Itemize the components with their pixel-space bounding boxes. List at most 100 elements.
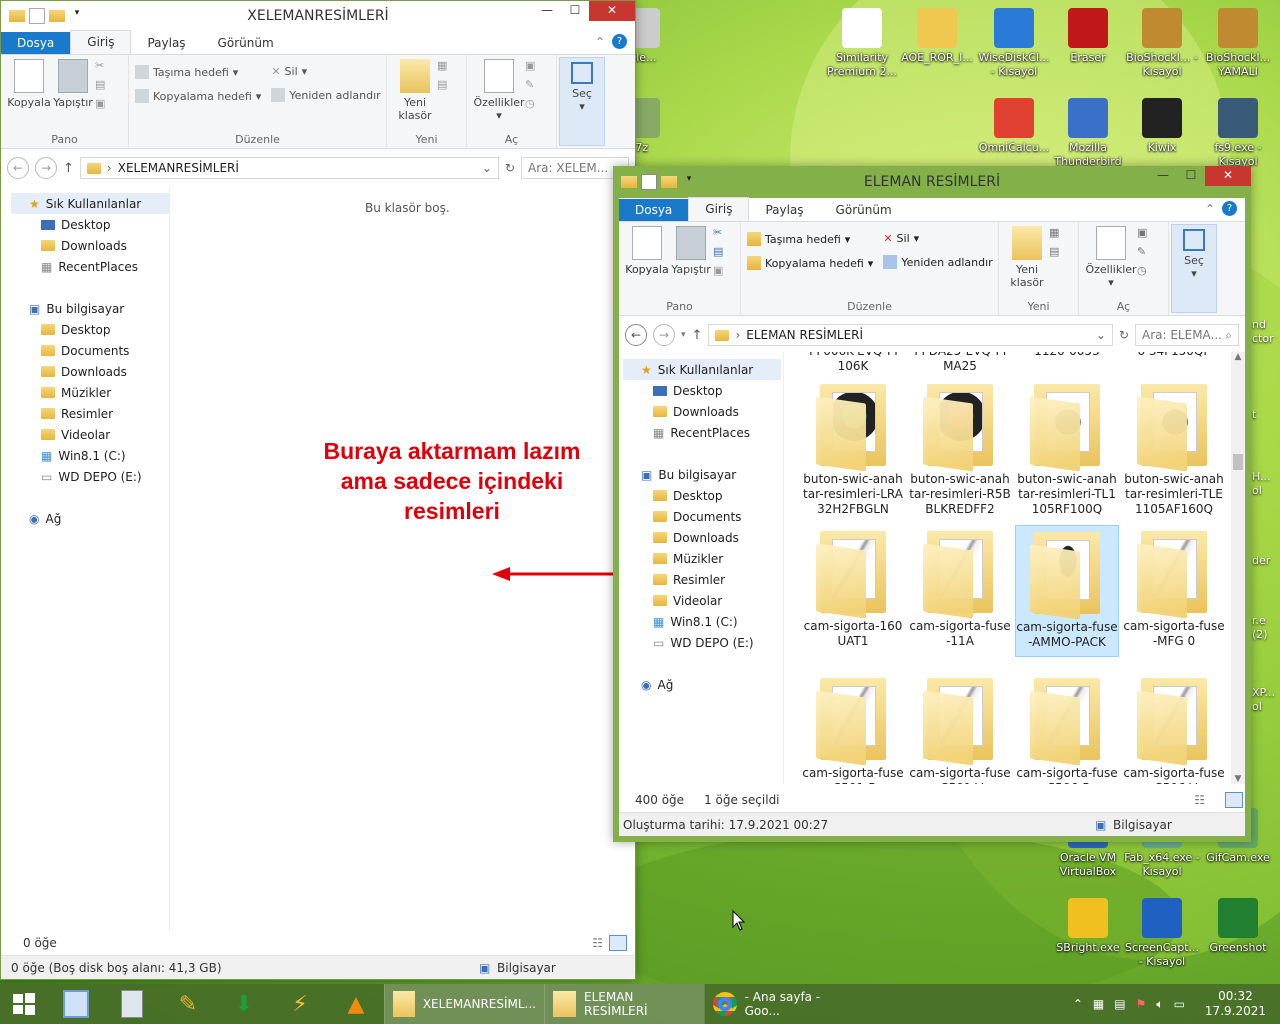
nav-recentplaces[interactable]: ▦ RecentPlaces [623,422,781,443]
collapse-ribbon-icon[interactable]: ⌃ [1205,202,1215,216]
up-button[interactable]: ↑ [63,161,74,176]
delete-button[interactable]: ✕ Sil ▾ [271,65,380,78]
folder-item[interactable]: cam-sigorta-fuse-S506-R [1015,672,1119,784]
vertical-scrollbar[interactable]: ▲ ▼ [1231,352,1245,784]
help-icon[interactable]: ? [1222,201,1237,216]
folder-item[interactable]: cam-sigorta-fuse-S501-V [908,672,1012,784]
copy-to-button[interactable]: Kopyalama hedefi ▾ [135,89,261,103]
nav-documents[interactable]: Documents [11,340,169,361]
folder-item[interactable]: buton-swic-anah tar-resimleri-TL1 105RF100… [1015,378,1119,516]
nav-favorites[interactable]: ★ Sık Kullanılanlar [11,193,169,214]
nav-videos[interactable]: Videolar [11,424,169,445]
easy-access-icon[interactable]: ▤ [437,78,447,91]
refresh-button[interactable]: ↻ [1119,328,1129,342]
desktop-icon-item[interactable]: SBright.exe [1050,898,1126,955]
open-icon[interactable]: ▣ [1137,226,1147,239]
rename-button[interactable]: Yeniden adlandır [883,255,993,269]
nav-this-pc[interactable]: ▣ Bu bilgisayar [623,464,781,485]
tray-app-icon[interactable]: ▦ [1093,997,1104,1011]
nav-pictures[interactable]: Resimler [11,403,169,424]
select-button[interactable]: Seç ▾ [1171,224,1217,313]
nav-drive-c[interactable]: ▦ Win8.1 (C:) [11,445,169,466]
nav-downloads[interactable]: Downloads [11,235,169,256]
rename-button[interactable]: Yeniden adlandır [271,88,381,102]
large-icons-view-icon[interactable] [609,935,627,951]
up-button[interactable]: ↑ [692,328,703,343]
scroll-thumb[interactable] [1233,454,1243,470]
collapse-ribbon-icon[interactable]: ⌃ [595,35,605,49]
nav-drive-e[interactable]: ▭ WD DEPO (E:) [623,632,781,653]
search-input[interactable]: Ara: ELEMA... ⌕ [1135,324,1239,346]
calculator-icon[interactable] [104,984,160,1024]
new-folder-icon[interactable] [661,176,677,188]
tab-paylas[interactable]: Paylaş [131,32,201,54]
paint-icon[interactable]: ✎ [160,984,216,1024]
new-item-icon[interactable]: ▦ [437,59,447,72]
nav-videos[interactable]: Videolar [623,590,781,611]
tab-gorunum[interactable]: Görünüm [202,32,290,54]
scroll-up-icon[interactable]: ▲ [1231,352,1245,362]
tab-dosya[interactable]: Dosya [1,32,71,54]
folder-item[interactable]: cam-sigorta-fuse -AMMO-PACK [1015,525,1119,657]
edit-icon[interactable]: ✎ [525,78,535,91]
taskbar-task[interactable]: ELEMAN RESİMLERİ [544,984,704,1024]
desktop-icon-item[interactable]: Eraser [1050,8,1126,65]
desktop-icon-item[interactable]: BioShockI... YAMALI [1200,8,1276,79]
nav-music[interactable]: Müzikler [623,548,781,569]
folder-item[interactable]: -PPDA25-EVQ-PPMA25 [908,352,1012,374]
title-bar[interactable]: ▾ XELEMANRESİMLERİ — ☐ ✕ [1,1,635,31]
edit-icon[interactable]: ✎ [1137,245,1147,258]
nav-drive-c[interactable]: ▦ Win8.1 (C:) [623,611,781,632]
clock[interactable]: 00:32 17.9.2021 [1205,989,1266,1019]
nav-pc-downloads[interactable]: Downloads [11,361,169,382]
chevron-down-icon[interactable]: ▾ [69,8,85,24]
address-bar[interactable]: › ELEMAN RESİMLERİ ⌄ [708,324,1113,346]
folder-item[interactable]: buton-swic-anah tar-resimleri-TLE 1105AF16… [1122,378,1226,516]
nav-network[interactable]: ◉ Ağ [623,674,781,695]
desktop-icon-item[interactable]: BioShockI... - Kısayol [1124,8,1200,79]
title-bar[interactable]: ▾ ELEMAN RESİMLERİ — ☐ ✕ [613,166,1251,198]
keyboard-icon[interactable]: ▭ [1174,997,1185,1011]
cut-icon[interactable]: ✂ [95,59,105,72]
taskbar-task[interactable]: XELEMANRESİML... [384,984,544,1024]
close-button[interactable]: ✕ [1205,166,1251,186]
tab-giris[interactable]: Giriş [70,30,132,54]
desktop-icon-item[interactable]: Kiwix [1124,98,1200,155]
desktop-icon-item[interactable]: Similarity Premium 2... [824,8,900,79]
maximize-button[interactable]: ☐ [1177,166,1205,186]
nav-favorites[interactable]: ★ Sık Kullanılanlar [623,359,781,380]
folder-item[interactable]: cam-sigorta-fuse -MFG 0 [1122,525,1226,657]
folder-item[interactable]: cam-sigorta-fuse-S506-V [1122,672,1226,784]
help-icon[interactable]: ? [612,34,627,49]
nav-downloads[interactable]: Downloads [623,401,781,422]
winrar-icon[interactable]: ⚡ [272,984,328,1024]
nav-this-pc[interactable]: ▣ Bu bilgisayar [11,298,169,319]
nav-pc-downloads[interactable]: Downloads [623,527,781,548]
desktop-icon-item[interactable]: Greenshot [1200,898,1276,955]
move-to-button[interactable]: Taşıma hedefi ▾ [135,65,261,79]
tab-gorunum[interactable]: Görünüm [820,199,908,221]
nav-documents[interactable]: Documents [623,506,781,527]
nav-pc-desktop[interactable]: Desktop [623,485,781,506]
vlc-icon[interactable]: ▲ [328,984,384,1024]
open-icon[interactable]: ▣ [525,59,535,72]
nav-desktop[interactable]: Desktop [11,214,169,235]
chevron-down-icon[interactable]: ⌄ [1096,328,1106,342]
recent-locations-icon[interactable]: ▾ [681,330,686,340]
select-button[interactable]: Seç ▾ [559,57,605,146]
scroll-down-icon[interactable]: ▼ [1231,774,1245,784]
move-to-button[interactable]: Taşıma hedefi ▾ [747,232,873,246]
folder-item[interactable]: -PF006K-EVQ-PF106K [801,352,905,374]
network-tray-icon[interactable]: ▤ [1114,997,1125,1011]
desktop-icon-item[interactable]: fs9.exe - Kısayol [1200,98,1276,169]
nav-recentplaces[interactable]: ▦ RecentPlaces [11,256,169,277]
large-icons-view-icon[interactable] [1225,792,1243,808]
chevron-down-icon[interactable]: ⌄ [482,161,492,175]
nav-pc-desktop[interactable]: Desktop [11,319,169,340]
folder-item[interactable]: cam-sigorta-160 UAT1 [801,525,905,657]
minimize-button[interactable]: — [533,1,561,21]
paste-shortcut-icon[interactable]: ▣ [95,97,105,110]
folder-item[interactable]: buton-swic-anah tar-resimleri-LRA 32H2FBGL… [801,378,905,516]
tab-giris[interactable]: Giriş [688,197,750,221]
properties-icon[interactable] [641,174,657,190]
